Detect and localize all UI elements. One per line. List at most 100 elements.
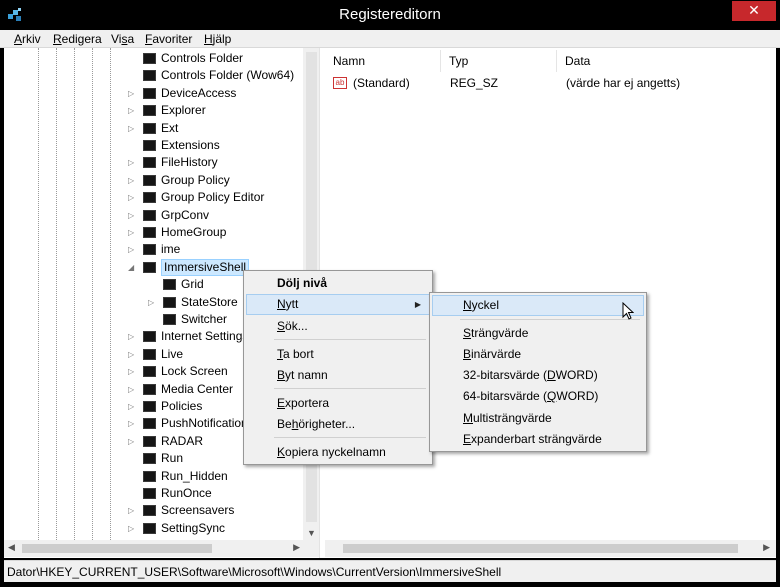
menu-separator [274, 437, 426, 438]
submenu-item[interactable]: Nyckel [432, 295, 644, 316]
menu-item-label: Ta bort [277, 347, 314, 361]
tree-item-label: RunOnce [161, 486, 212, 500]
menu-item-label: Exportera [277, 396, 330, 410]
scroll-right-icon[interactable]: ▶ [763, 542, 770, 553]
status-bar: Dator\HKEY_CURRENT_USER\Software\Microso… [4, 560, 776, 582]
tree-item-label: Ext [161, 120, 179, 135]
menu-item-label: Strängvärde [463, 326, 529, 340]
context-menu-item[interactable]: Sök... [246, 316, 430, 337]
expand-icon[interactable]: ▷ [128, 363, 138, 380]
submenu-item[interactable]: Expanderbart strängvärde [432, 429, 644, 450]
expand-icon[interactable]: ▷ [128, 224, 138, 241]
menu-bar: Arkiv Redigera Visa Favoriter Hjälp [0, 30, 780, 48]
menu-hjälp[interactable]: Hjälp [204, 32, 231, 46]
menu-separator [274, 388, 426, 389]
submenu-item[interactable]: 32-bitarsvärde (DWORD) [432, 365, 644, 386]
column-header-name[interactable]: Namn [325, 50, 441, 72]
value-row[interactable]: ab (Standard) REG_SZ (värde har ej anget… [325, 74, 776, 92]
folder-icon [163, 279, 176, 291]
tree-item-label: Group Policy Editor [161, 190, 265, 205]
submenu-item[interactable]: Multisträngvärde [432, 408, 644, 429]
menu-item-label: 64-bitarsvärde (QWORD) [463, 389, 599, 403]
menu-item-label: 32-bitarsvärde (DWORD) [463, 368, 598, 382]
new-submenu: Nyckel Strängvärde Binärvärde 32-bitarsvärd… [429, 292, 647, 452]
folder-icon [143, 331, 156, 343]
tree-item-label: Grid [181, 277, 204, 292]
tree-item-label: Group Policy [161, 172, 230, 187]
menu-separator [460, 319, 640, 320]
menu-item-label: Expanderbart strängvärde [463, 432, 602, 446]
expand-icon[interactable]: ▷ [128, 207, 138, 224]
tree-guide-line [56, 48, 57, 540]
menu-item-label: Nyckel [463, 298, 500, 312]
column-header-data[interactable]: Data [557, 50, 776, 72]
expand-icon[interactable]: ▷ [128, 433, 138, 450]
folder-icon [143, 435, 156, 447]
context-menu-item[interactable]: Dölj nivå [246, 273, 430, 294]
tree-item-label: Controls Folder [161, 51, 244, 65]
tree-item-label: GrpConv [161, 207, 210, 222]
folder-icon [143, 348, 156, 360]
tree-item-label: ImmersiveShell [161, 258, 250, 276]
folder-icon [143, 227, 156, 238]
expand-icon[interactable]: ▷ [128, 241, 138, 258]
expand-icon[interactable]: ▷ [128, 189, 138, 206]
expand-icon[interactable]: ▷ [128, 85, 138, 102]
tree-item-label: Internet Settings [161, 329, 249, 344]
expand-icon[interactable]: ▷ [128, 346, 138, 363]
menu-visa[interactable]: Visa [111, 32, 134, 46]
expand-icon[interactable]: ▷ [148, 294, 158, 311]
scroll-down-icon[interactable]: ▼ [307, 528, 316, 538]
expand-icon[interactable]: ▷ [128, 102, 138, 119]
menu-redigera[interactable]: Redigera [53, 32, 102, 46]
context-menu-item[interactable]: Kopiera nyckelnamn [246, 442, 430, 463]
expand-icon[interactable]: ▷ [128, 520, 138, 537]
submenu-item[interactable]: Strängvärde [432, 323, 644, 344]
expand-icon[interactable]: ▷ [128, 328, 138, 345]
tree-item-label: StateStore [181, 294, 238, 309]
tree-item-label: Media Center [161, 381, 234, 396]
context-menu-item[interactable]: Exportera [246, 393, 430, 414]
folder-icon [143, 453, 156, 465]
expand-icon[interactable]: ▷ [128, 154, 138, 171]
folder-icon [143, 70, 156, 82]
folder-icon [143, 418, 156, 430]
column-header-type[interactable]: Typ [441, 50, 557, 72]
expand-icon[interactable]: ▷ [128, 502, 138, 519]
tree-item-label: Policies [161, 399, 203, 413]
tree-item-label: Live [161, 346, 184, 361]
context-menu-item[interactable]: Byt namn [246, 365, 430, 386]
menu-favoriter[interactable]: Favoriter [145, 32, 192, 46]
close-button[interactable]: ✕ [732, 1, 776, 21]
scroll-left-icon[interactable]: ◀ [8, 542, 15, 553]
menu-arkiv[interactable]: Arkiv [14, 32, 41, 46]
tree-guide-line [92, 48, 93, 540]
submenu-item[interactable]: Binärvärde [432, 344, 644, 365]
tree-item-label: RADAR [161, 433, 204, 448]
scroll-thumb[interactable] [343, 544, 738, 553]
menu-item-label: Byt namn [277, 368, 328, 382]
value-name: (Standard) [353, 76, 410, 90]
tree-horizontal-scrollbar[interactable]: ◀ ▶ [4, 540, 319, 557]
tree-guide-line [74, 48, 75, 540]
close-icon: ✕ [748, 2, 760, 18]
expand-icon[interactable]: ▷ [128, 381, 138, 398]
expand-icon[interactable]: ▷ [128, 415, 138, 432]
submenu-item[interactable]: 64-bitarsvärde (QWORD) [432, 386, 644, 407]
context-menu-item[interactable]: Behörigheter... [246, 414, 430, 435]
tree-item-label: Explorer [161, 103, 206, 118]
tree-item-label: Controls Folder (Wow64) [161, 68, 295, 83]
expand-icon[interactable]: ▷ [128, 120, 138, 137]
menu-item-label: Sök... [277, 319, 308, 333]
value-type: REG_SZ [450, 76, 499, 90]
collapse-icon[interactable]: ◢ [128, 259, 138, 276]
scroll-right-icon[interactable]: ▶ [293, 542, 300, 553]
scroll-thumb[interactable] [22, 544, 212, 553]
title-bar: Registereditorn ✕ [0, 0, 780, 30]
expand-icon[interactable]: ▷ [128, 172, 138, 189]
tree-item-label: Run [161, 451, 184, 466]
expand-icon[interactable]: ▷ [128, 398, 138, 415]
list-horizontal-scrollbar[interactable]: ▶ [325, 540, 776, 557]
context-menu-item[interactable]: Ta bort [246, 344, 430, 365]
context-menu-item[interactable]: Nytt ▶ [246, 294, 430, 315]
